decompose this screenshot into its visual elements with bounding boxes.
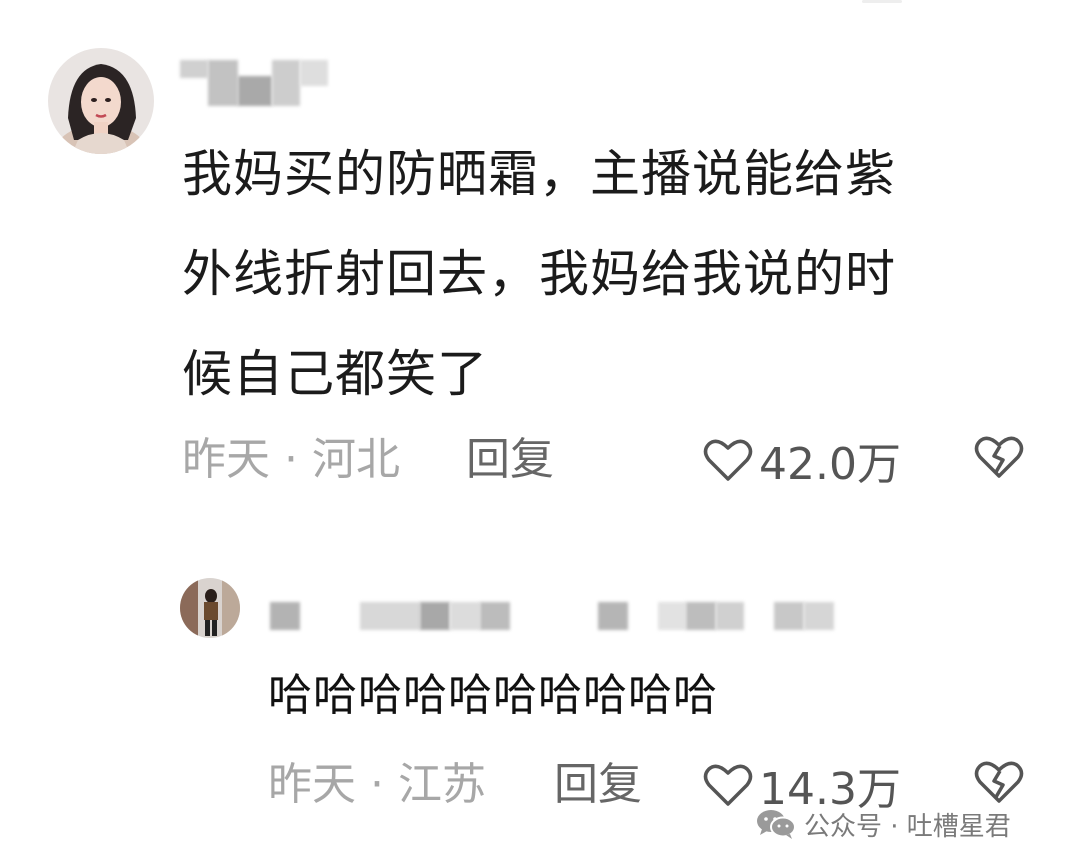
comment-dislike-button[interactable] xyxy=(974,434,1024,484)
commenter-avatar[interactable] xyxy=(48,48,154,154)
reply-time-location: 昨天 · 江苏 xyxy=(268,759,486,810)
comment-reply-button[interactable]: 回复 xyxy=(466,430,554,490)
comment-text: 我妈买的防晒霜，主播说能给紫 外线折射回去，我妈给我说的时 候自己都笑了 xyxy=(182,145,896,403)
reply-dislike-button[interactable] xyxy=(974,759,1024,809)
watermark: 公众号 · 吐槽星君 xyxy=(756,806,1011,842)
comment-like-count: 42.0万 xyxy=(759,439,901,490)
comment-time-location: 昨天 · 河北 xyxy=(182,434,400,485)
wechat-icon xyxy=(757,810,796,839)
heart-outline-icon xyxy=(703,439,753,481)
heart-outline-icon xyxy=(703,764,753,806)
watermark-text: 公众号 · 吐槽星君 xyxy=(804,811,1011,842)
broken-heart-icon xyxy=(974,436,1024,478)
comment-like-button[interactable]: 42.0万 xyxy=(703,430,901,490)
replier-name-blurred[interactable] xyxy=(270,600,834,630)
top-divider xyxy=(862,0,902,3)
reply-text: 哈哈哈哈哈哈哈哈哈哈 xyxy=(268,670,718,721)
reply-reply-button[interactable]: 回复 xyxy=(554,755,642,815)
broken-heart-icon xyxy=(974,761,1024,803)
commenter-name-blurred[interactable] xyxy=(180,60,328,106)
replier-avatar[interactable] xyxy=(180,578,240,638)
